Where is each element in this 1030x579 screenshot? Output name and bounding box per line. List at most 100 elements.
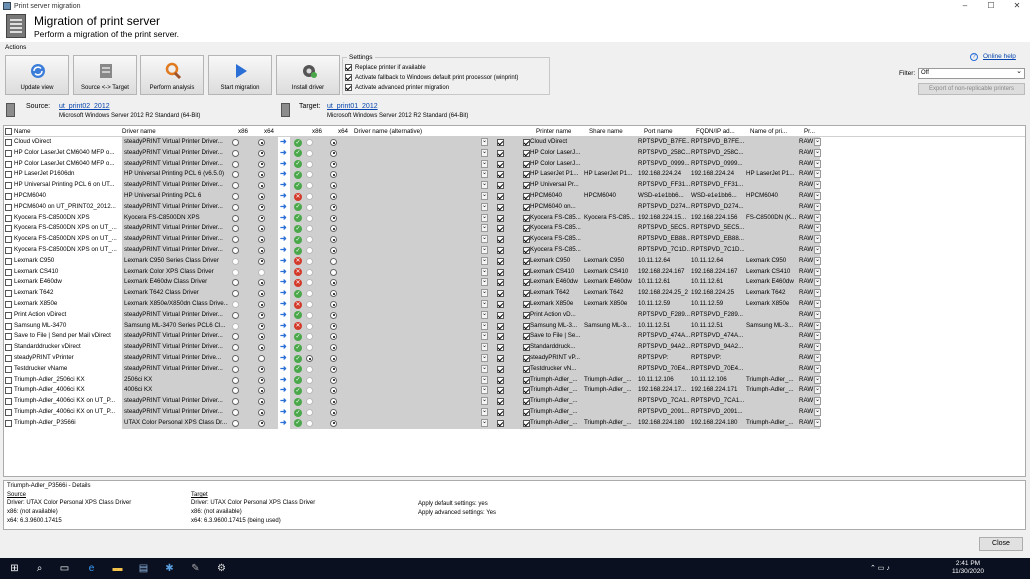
- driver-alt-dropdown[interactable]: ⌄: [481, 375, 488, 384]
- copy-printer-checkbox[interactable]: [523, 311, 530, 319]
- row-select-checkbox[interactable]: [5, 182, 12, 190]
- print-processor-dropdown[interactable]: ⌄: [814, 235, 821, 244]
- copy-settings-checkbox[interactable]: [497, 333, 504, 341]
- target-x64-radio[interactable]: [330, 301, 337, 308]
- clock[interactable]: 2:41 PM 11/30/2020: [933, 560, 1003, 576]
- copy-settings-checkbox[interactable]: [497, 257, 504, 265]
- row-select-checkbox[interactable]: [5, 387, 12, 395]
- col-tgt-x64-header[interactable]: x64: [338, 126, 348, 137]
- source-x86-radio[interactable]: [232, 193, 239, 200]
- col-name-header[interactable]: Name: [14, 126, 31, 137]
- advanced-migration-checkbox[interactable]: [345, 84, 352, 91]
- copy-printer-checkbox[interactable]: [523, 268, 530, 276]
- driver-alt-dropdown[interactable]: ⌄: [481, 343, 488, 352]
- col-driver-header[interactable]: Driver name: [122, 126, 156, 137]
- driver-alt-dropdown[interactable]: ⌄: [481, 213, 488, 222]
- edge-icon[interactable]: e: [85, 562, 98, 575]
- target-x64-radio[interactable]: [330, 311, 337, 319]
- copy-settings-checkbox[interactable]: [497, 139, 504, 146]
- table-row[interactable]: HP LaserJet P1606dn HP Universal Printing…: [4, 169, 1025, 181]
- table-row[interactable]: Triumph-Adler_2506ci KX 2506ci KX ➜ ✓ ⌄ Trium…: [4, 374, 1025, 386]
- copy-settings-checkbox[interactable]: [497, 268, 504, 276]
- col-driver-alt-header[interactable]: Driver name (alternative): [354, 126, 422, 137]
- target-x64-radio[interactable]: [330, 376, 337, 384]
- target-x64-radio[interactable]: [330, 409, 337, 416]
- source-x64-radio[interactable]: [258, 355, 265, 362]
- row-select-checkbox[interactable]: [5, 355, 12, 362]
- copy-settings-checkbox[interactable]: [497, 247, 504, 254]
- row-select-checkbox[interactable]: [5, 365, 12, 373]
- copy-printer-checkbox[interactable]: [523, 301, 530, 308]
- target-x86-radio[interactable]: [306, 203, 313, 211]
- driver-alt-dropdown[interactable]: ⌄: [481, 246, 488, 254]
- target-x64-radio[interactable]: [330, 419, 337, 427]
- table-row[interactable]: Lexmark T642 Lexmark T642 Class Driver ➜ ✓ ⌄…: [4, 288, 1025, 299]
- driver-alt-dropdown[interactable]: ⌄: [481, 408, 488, 416]
- table-row[interactable]: Kyocera FS-C8500DN XPS on UT_... steadyPR…: [4, 245, 1025, 256]
- update-view-button[interactable]: Update view: [5, 55, 69, 95]
- copy-printer-checkbox[interactable]: [523, 376, 530, 384]
- driver-alt-dropdown[interactable]: ⌄: [481, 138, 488, 146]
- target-x86-radio[interactable]: [306, 160, 313, 168]
- driver-alt-dropdown[interactable]: ⌄: [481, 267, 488, 276]
- copy-settings-checkbox[interactable]: [497, 365, 504, 373]
- target-x64-radio[interactable]: [330, 203, 337, 211]
- driver-alt-dropdown[interactable]: ⌄: [481, 278, 488, 287]
- start-migration-button[interactable]: Start migration: [208, 55, 272, 95]
- source-x64-radio[interactable]: [258, 257, 265, 265]
- table-row[interactable]: Testdrucker vName steadyPRINT Virtual Pri…: [4, 363, 1025, 375]
- target-x64-radio[interactable]: [330, 149, 337, 157]
- source-x86-radio[interactable]: [232, 257, 239, 265]
- target-x86-radio[interactable]: [306, 322, 313, 330]
- replace-printer-option[interactable]: Replace printer if available: [345, 64, 426, 71]
- source-x64-radio[interactable]: [258, 149, 265, 157]
- source-x64-radio[interactable]: [258, 247, 265, 254]
- print-processor-dropdown[interactable]: ⌄: [814, 321, 821, 330]
- table-row[interactable]: Kyocera FS-C8500DN XPS on UT_... steadyPR…: [4, 234, 1025, 245]
- copy-settings-checkbox[interactable]: [497, 322, 504, 330]
- source-x64-radio[interactable]: [258, 214, 265, 222]
- print-processor-dropdown[interactable]: ⌄: [814, 192, 821, 200]
- print-processor-dropdown[interactable]: ⌄: [814, 246, 821, 254]
- source-x64-radio[interactable]: [258, 365, 265, 373]
- copy-printer-checkbox[interactable]: [523, 225, 530, 233]
- copy-printer-checkbox[interactable]: [523, 409, 530, 416]
- target-x86-radio[interactable]: [306, 268, 313, 276]
- target-x64-radio[interactable]: [330, 365, 337, 373]
- copy-printer-checkbox[interactable]: [523, 139, 530, 146]
- file-explorer-icon[interactable]: ▬: [111, 562, 124, 575]
- source-x64-radio[interactable]: [258, 268, 265, 276]
- table-row[interactable]: HP Color LaserJet CM6040 MFP o... steadyP…: [4, 147, 1025, 159]
- target-x86-radio[interactable]: [306, 149, 313, 157]
- row-select-checkbox[interactable]: [5, 139, 12, 146]
- target-x64-radio[interactable]: [330, 268, 337, 276]
- target-x64-radio[interactable]: [330, 193, 337, 200]
- table-row[interactable]: Print Action vDirect steadyPRINT Virtual …: [4, 309, 1025, 321]
- target-x64-radio[interactable]: [330, 160, 337, 168]
- source-server-link[interactable]: ut_print02_2012: [59, 103, 110, 110]
- driver-alt-dropdown[interactable]: ⌄: [481, 159, 488, 168]
- table-row[interactable]: HPCM6040 on UT_PRINT02_2012... steadyPRIN…: [4, 201, 1025, 213]
- driver-alt-dropdown[interactable]: ⌄: [481, 354, 488, 362]
- source-x64-radio[interactable]: [258, 311, 265, 319]
- close-button[interactable]: Close: [979, 537, 1023, 551]
- table-row[interactable]: Lexmark X850e Lexmark X850e/X850dn Class …: [4, 299, 1025, 310]
- help-icon[interactable]: ?: [970, 53, 978, 61]
- copy-printer-checkbox[interactable]: [523, 322, 530, 330]
- col-processor-header[interactable]: Pr...: [804, 126, 815, 137]
- table-row[interactable]: Save to File | Send per Mail vDirect stea…: [4, 331, 1025, 343]
- source-target-swap-button[interactable]: Source <-> Target: [73, 55, 137, 95]
- source-x86-radio[interactable]: [232, 322, 239, 330]
- source-x86-radio[interactable]: [232, 311, 239, 319]
- copy-settings-checkbox[interactable]: [497, 236, 504, 244]
- source-x64-radio[interactable]: [258, 203, 265, 211]
- print-processor-dropdown[interactable]: ⌄: [814, 159, 821, 168]
- copy-settings-checkbox[interactable]: [497, 376, 504, 384]
- row-select-checkbox[interactable]: [5, 344, 12, 352]
- row-select-checkbox[interactable]: [5, 398, 12, 406]
- table-row[interactable]: steadyPRINT vPrinter steadyPRINT Virtual …: [4, 353, 1025, 364]
- copy-settings-checkbox[interactable]: [497, 279, 504, 287]
- close-window-button[interactable]: ✕: [1004, 0, 1030, 12]
- source-x64-radio[interactable]: [258, 160, 265, 168]
- target-x64-radio[interactable]: [330, 257, 337, 265]
